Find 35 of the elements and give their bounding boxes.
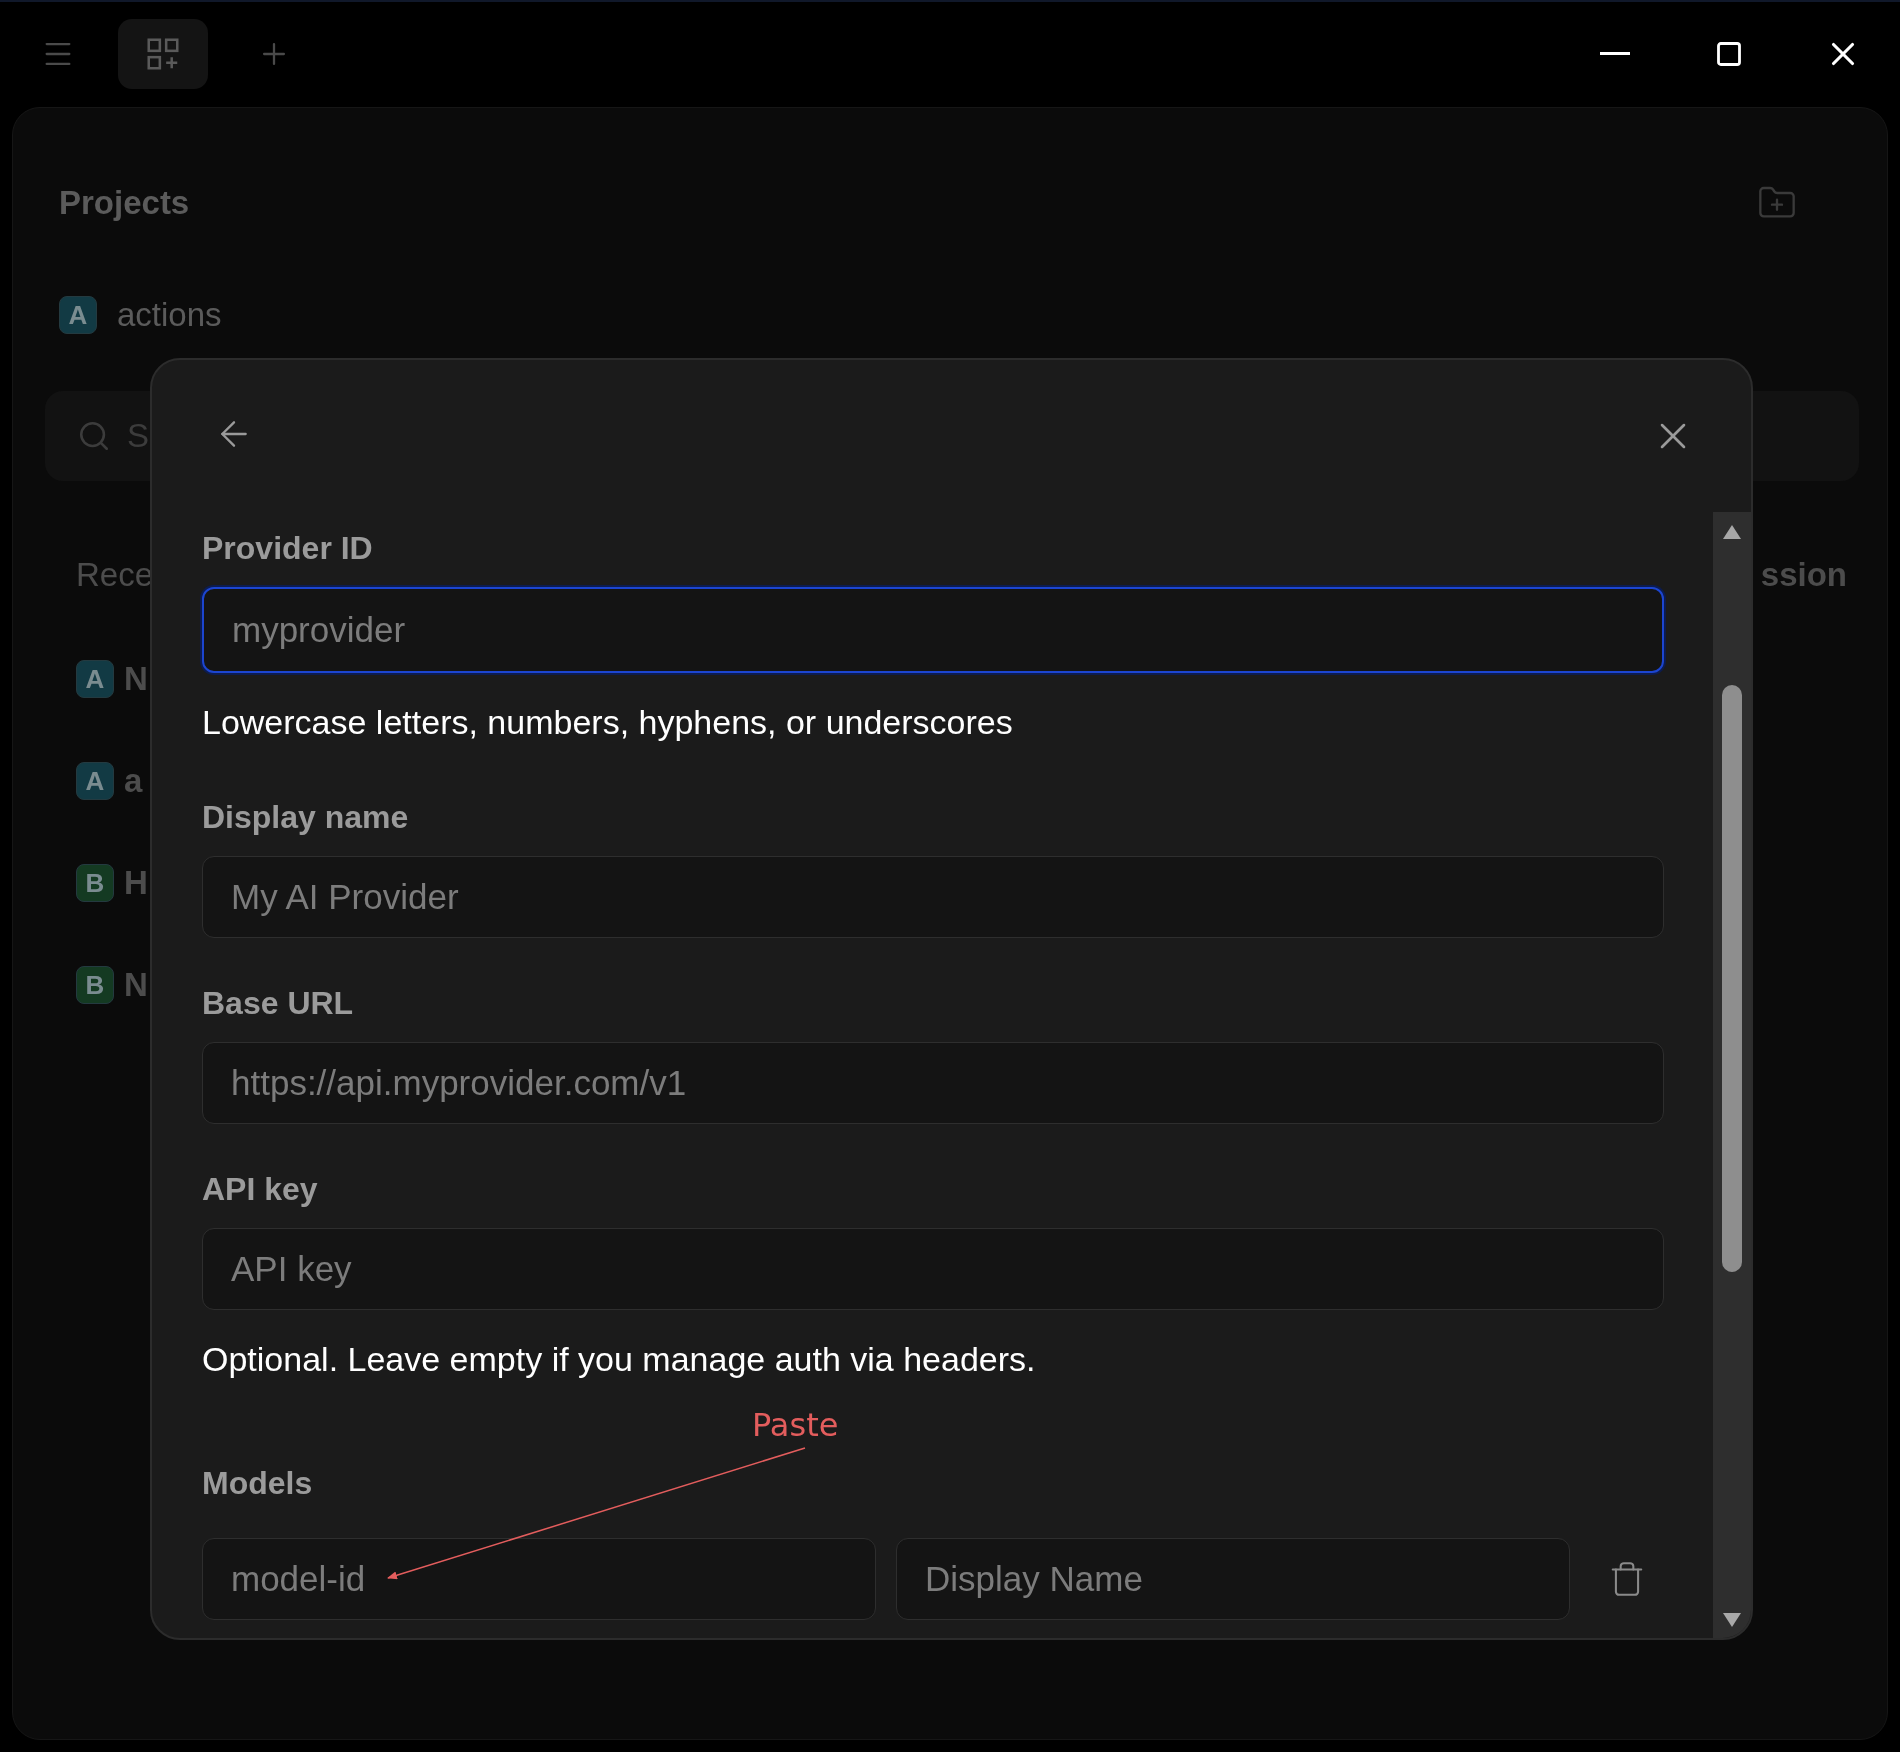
project-name[interactable]: actions xyxy=(117,296,222,334)
scrollbar[interactable] xyxy=(1713,512,1751,1638)
grid-add-button[interactable] xyxy=(118,18,208,89)
scroll-up-icon[interactable] xyxy=(1722,524,1742,540)
recent-item[interactable]: N xyxy=(124,966,148,1004)
input-field[interactable]: https://api.myprovider.com/v1 xyxy=(202,1042,1664,1124)
recent-badge: A xyxy=(76,762,114,800)
recent-badge: B xyxy=(76,864,114,902)
minimize-icon xyxy=(1600,52,1630,55)
models-label: Models xyxy=(202,1464,314,1503)
column-heading: ssion xyxy=(1760,556,1847,594)
recent-badge: B xyxy=(76,966,114,1004)
field-hint: Optional. Leave empty if you manage auth via headers. xyxy=(202,1339,1037,1379)
recent-item[interactable]: N xyxy=(124,660,148,698)
model-id-field[interactable]: model-id xyxy=(202,1538,876,1620)
scroll-down-icon[interactable] xyxy=(1722,1612,1742,1628)
search-icon xyxy=(77,419,111,453)
annotation-text: Paste xyxy=(752,1406,839,1444)
model-name-field[interactable]: Display Name xyxy=(896,1538,1570,1620)
field-label: Base URL xyxy=(202,984,355,1023)
field-label: Display name xyxy=(202,798,410,837)
field-hint: Lowercase letters, numbers, hyphens, or underscores xyxy=(202,702,1014,742)
maximize-icon xyxy=(1715,39,1743,68)
recent-item[interactable]: a xyxy=(124,762,143,800)
input-field[interactable]: My AI Provider xyxy=(202,856,1664,938)
field-label: Provider ID xyxy=(202,529,374,568)
recent-heading: Rece xyxy=(76,556,154,594)
project-badge: A xyxy=(59,296,97,334)
recent-badge: A xyxy=(76,660,114,698)
field-label: API key xyxy=(202,1170,319,1209)
scrollbar-thumb[interactable] xyxy=(1722,685,1742,1272)
recent-item[interactable]: H xyxy=(124,864,148,902)
input-field[interactable]: myprovider xyxy=(202,587,1664,673)
projects-title: Projects xyxy=(59,184,190,222)
input-field[interactable]: API key xyxy=(202,1228,1664,1310)
